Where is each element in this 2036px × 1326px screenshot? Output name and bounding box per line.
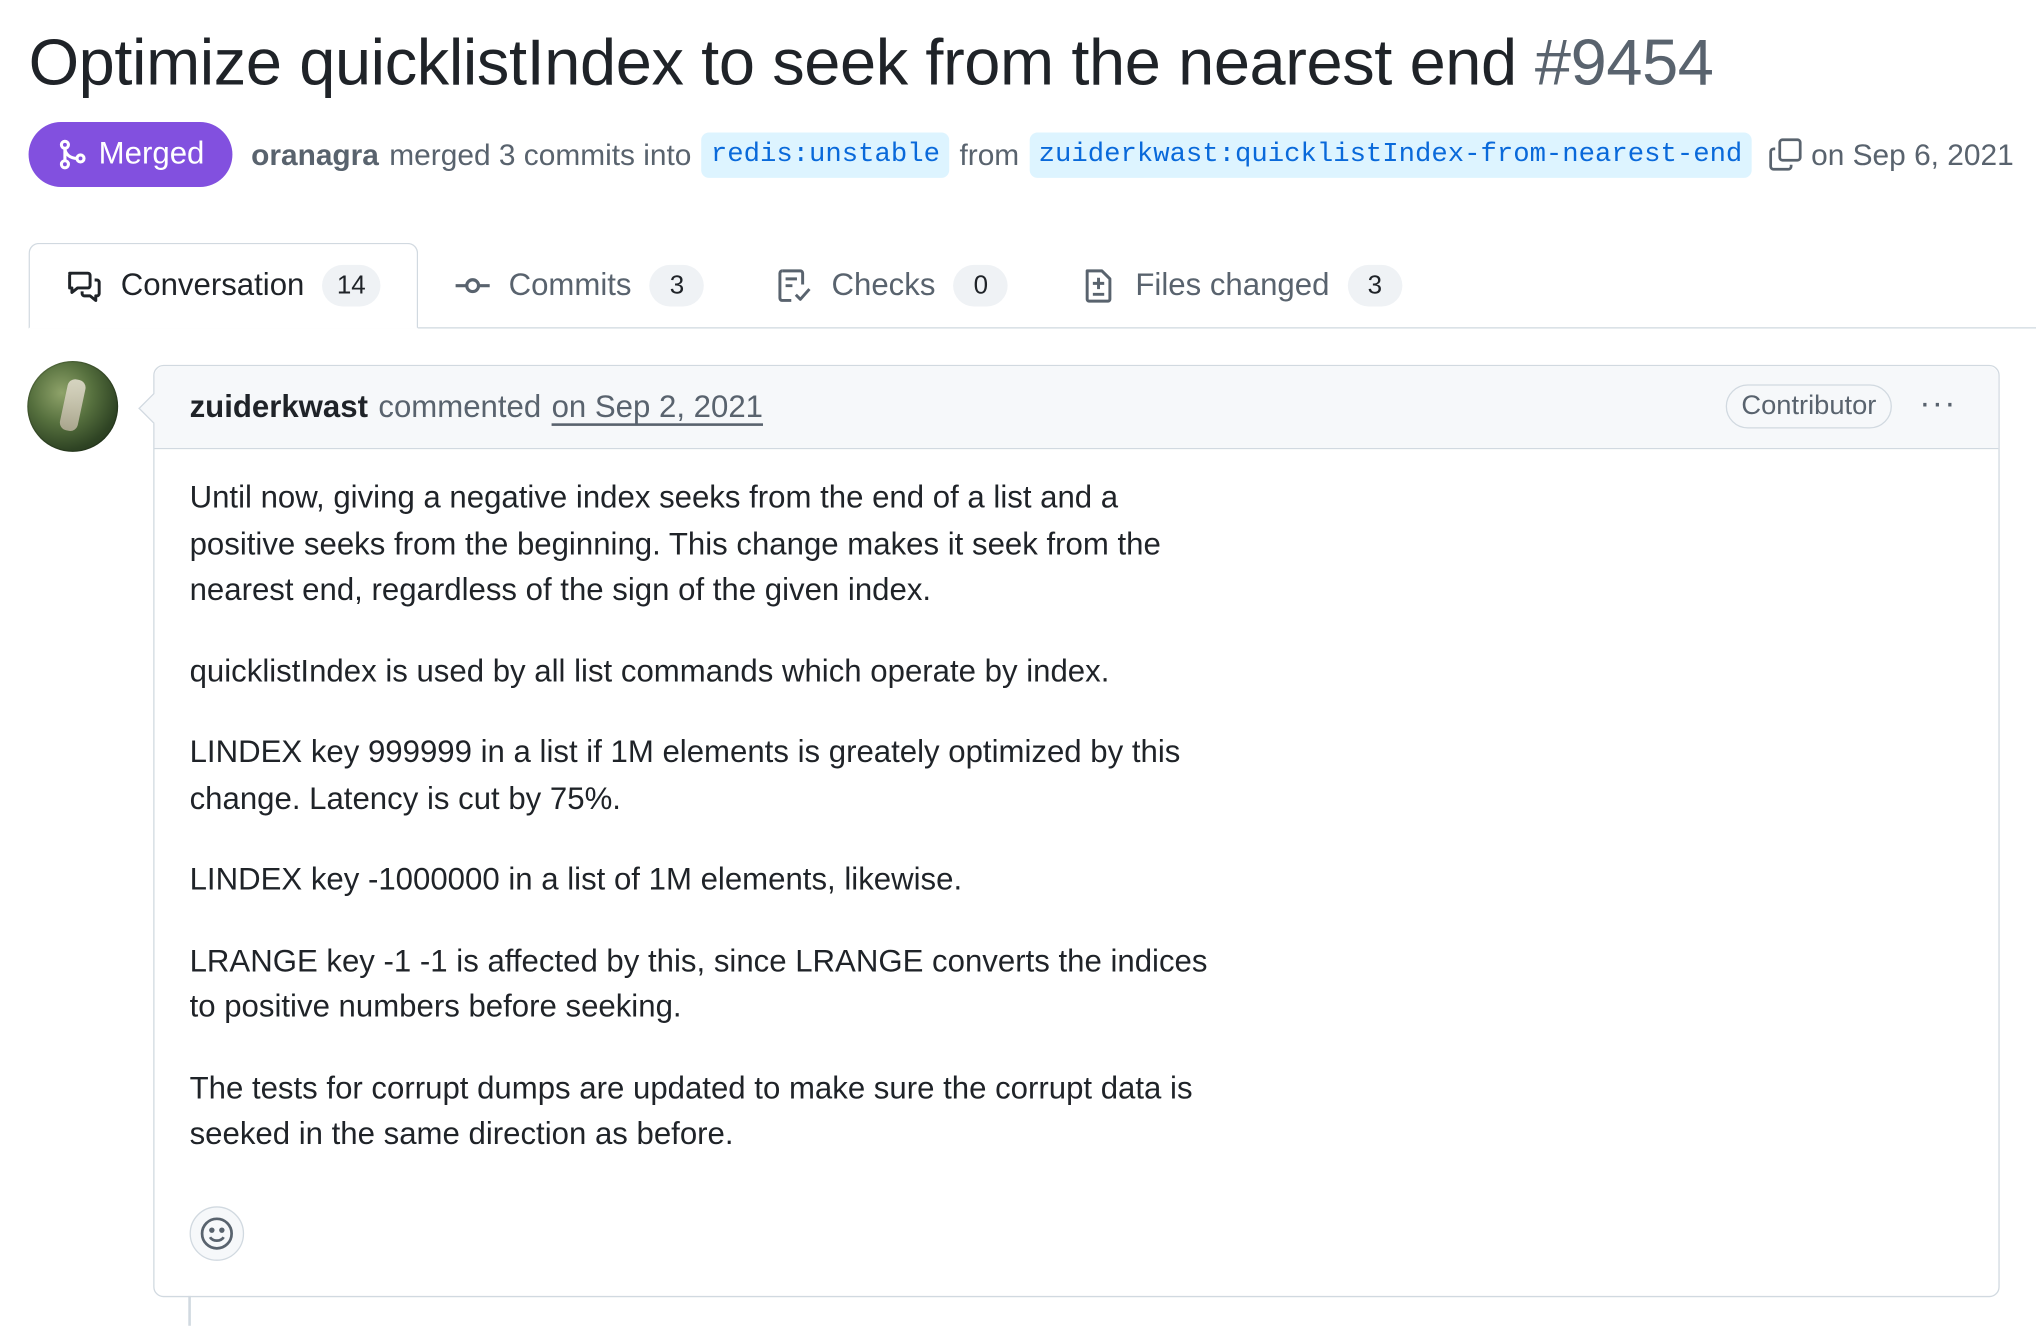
comment-card: zuiderkwast commented on Sep 2, 2021 Con… (153, 364, 2000, 1298)
tab-files-changed-label: Files changed (1135, 267, 1330, 303)
comment-paragraph: LRANGE key -1 -1 is affected by this, si… (189, 943, 1208, 1025)
file-diff-icon (1086, 269, 1112, 303)
pr-title: Optimize quicklistIndex to seek from the… (28, 25, 1518, 99)
copy-icon[interactable] (1767, 136, 1803, 172)
tab-commits-label: Commits (508, 267, 632, 303)
comment-date-link[interactable]: on Sep 2, 2021 (552, 389, 763, 425)
comment-header: zuiderkwast commented on Sep 2, 2021 Con… (154, 366, 1999, 450)
pr-number: #9454 (1534, 25, 1714, 99)
comment-discussion-icon (68, 271, 101, 302)
tab-checks-count: 0 (953, 264, 1009, 307)
from-text: from (959, 136, 1020, 171)
pr-meta: Merged oranagra merged 3 commits into re… (28, 122, 2014, 187)
comment-paragraph: Until now, giving a negative index seeks… (189, 480, 1161, 608)
git-commit-icon (455, 278, 490, 294)
page-title: Optimize quicklistIndex to seek from the… (29, 18, 1714, 106)
base-branch-link[interactable]: redis:unstable (701, 131, 950, 178)
timeline-line (188, 1295, 191, 1326)
tab-conversation-count: 14 (322, 264, 381, 307)
comment-paragraph: The tests for corrupt dumps are updated … (189, 1070, 1193, 1152)
avatar-image (58, 377, 88, 433)
comment-verb: commented (378, 388, 542, 424)
tab-commits-count: 3 (649, 264, 705, 307)
comment-author-link[interactable]: zuiderkwast (190, 389, 368, 425)
pull-request-page: Optimize quicklistIndex to seek from the… (0, 0, 2036, 1326)
git-merge-icon (59, 139, 86, 170)
head-branch-link[interactable]: zuiderkwast:quicklistIndex-from-nearest-… (1029, 131, 1752, 178)
tab-files-changed-count: 3 (1347, 264, 1403, 307)
comment-body: Until now, giving a negative index seeks… (155, 449, 1999, 1157)
avatar[interactable] (27, 360, 119, 452)
tab-checks[interactable]: Checks 0 (741, 243, 1045, 329)
comment-paragraph: LINDEX key -1000000 in a list of 1M elem… (189, 862, 963, 898)
tab-commits[interactable]: Commits 3 (418, 243, 741, 329)
tab-conversation[interactable]: Conversation 14 (28, 242, 418, 329)
checklist-icon (778, 269, 812, 302)
tab-checks-label: Checks (831, 267, 936, 303)
comment-paragraph: quicklistIndex is used by all list comma… (189, 653, 1110, 689)
tab-files-changed[interactable]: Files changed 3 (1044, 243, 1438, 329)
merge-summary-text: merged 3 commits into (389, 136, 692, 171)
merger-author-link[interactable]: oranagra (251, 137, 379, 172)
add-reaction-button[interactable] (189, 1206, 245, 1261)
tab-conversation-label: Conversation (120, 267, 305, 303)
smiley-icon (200, 1217, 233, 1250)
merged-date: on Sep 6, 2021 (1811, 136, 2014, 171)
pr-tabs: Conversation 14 Commits 3 Checks 0 Files… (28, 242, 2036, 329)
merged-state-badge: Merged (28, 122, 233, 187)
merged-state-label: Merged (98, 136, 205, 172)
kebab-menu-icon[interactable]: ··· (1919, 386, 1957, 420)
comment-paragraph: LINDEX key 999999 in a list if 1M elemen… (189, 734, 1181, 817)
contributor-badge: Contributor (1725, 384, 1892, 429)
